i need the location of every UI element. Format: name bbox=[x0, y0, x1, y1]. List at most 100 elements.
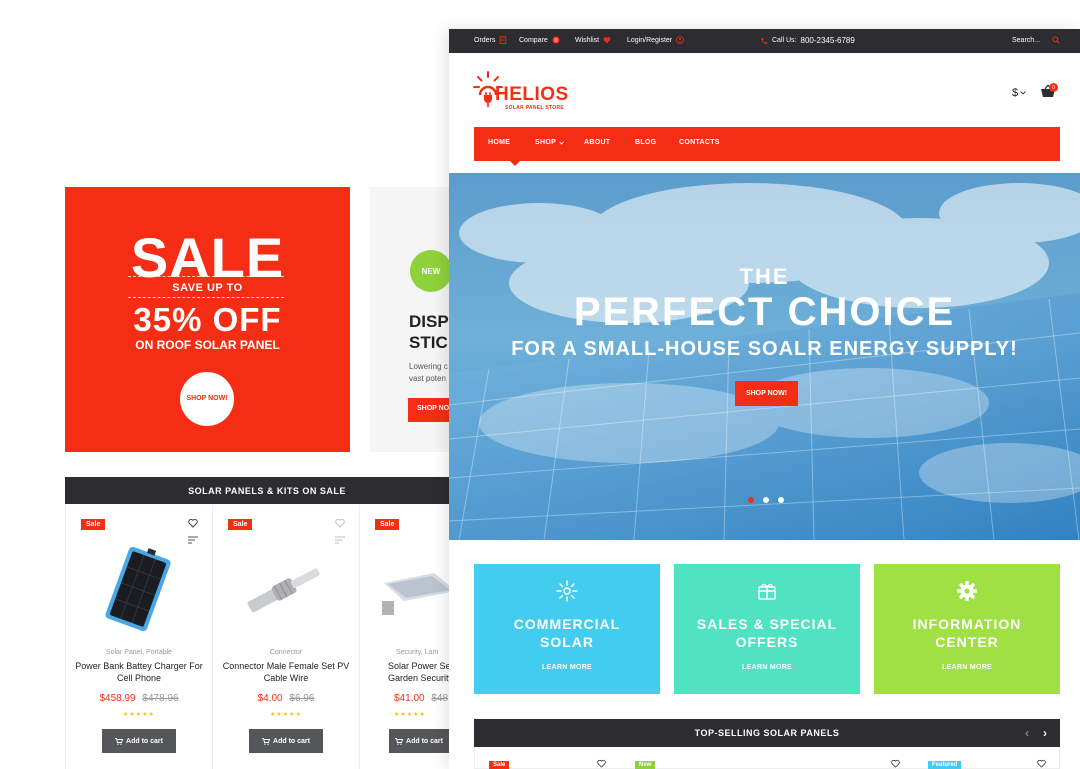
add-to-cart-button[interactable]: Add to cart bbox=[389, 729, 449, 753]
site-logo[interactable]: HELIOS SOLAR PANEL STORE bbox=[473, 70, 583, 111]
login-register-link[interactable]: Login/Register bbox=[627, 36, 685, 44]
phone-number: 800-2345-6789 bbox=[800, 36, 855, 45]
sale-badge: Sale bbox=[228, 519, 253, 530]
promo-text: Lowering c vast poten bbox=[409, 362, 448, 383]
compare-icon[interactable] bbox=[188, 536, 198, 544]
slider-dot[interactable] bbox=[778, 497, 784, 503]
new-badge: New bbox=[635, 761, 656, 769]
phone-icon bbox=[761, 37, 768, 44]
feature-information-center[interactable]: INFORMATION CENTER LEARN MORE bbox=[874, 564, 1060, 694]
product-price: $4.00 $6.96 bbox=[213, 693, 359, 704]
heart-icon bbox=[603, 37, 611, 44]
nav-shop-label: SHOP bbox=[535, 139, 557, 146]
top-selling-bar: TOP-SELLING SOLAR PANELS ‹ › bbox=[474, 719, 1060, 747]
currency-selector[interactable]: $ bbox=[1012, 87, 1026, 99]
section-title-bar: SOLAR PANELS & KITS ON SALE bbox=[65, 477, 457, 504]
feature-title: SALES & SPECIAL OFFERS bbox=[696, 616, 838, 651]
product-card[interactable]: Sale Security, Lam Solar Power Se Garden… bbox=[360, 505, 458, 769]
price-current: $458.99 bbox=[99, 693, 136, 704]
top-bar: Orders Compare Wishlist Login/Register C… bbox=[449, 29, 1080, 53]
product-grid: Sale Solar Panel, Portable Power Bank Ba… bbox=[65, 505, 457, 769]
chevron-down-icon bbox=[559, 141, 564, 145]
promo-shop-now-button[interactable]: SHOP NO bbox=[408, 398, 452, 422]
heart-icon[interactable] bbox=[891, 759, 900, 768]
learn-more-link[interactable]: LEARN MORE bbox=[474, 664, 660, 671]
connector-image[interactable] bbox=[237, 543, 333, 635]
cart-count-badge: 0 bbox=[1049, 83, 1058, 92]
top-selling-cards: Sale New Featured bbox=[474, 747, 1060, 769]
learn-more-link[interactable]: LEARN MORE bbox=[874, 664, 1060, 671]
new-badge: NEW bbox=[410, 250, 452, 292]
gift-icon bbox=[758, 583, 776, 600]
user-icon bbox=[676, 36, 685, 44]
compare-circle-icon bbox=[552, 36, 560, 44]
slider-dot[interactable] bbox=[763, 497, 769, 503]
chevron-right-icon[interactable]: › bbox=[1043, 727, 1048, 739]
search-box[interactable]: Search... bbox=[1012, 36, 1060, 44]
power-bank-image[interactable] bbox=[90, 543, 186, 635]
add-to-cart-button[interactable]: Add to cart bbox=[249, 729, 323, 753]
search-input[interactable]: Search... bbox=[1012, 37, 1048, 44]
wishlist-link[interactable]: Wishlist bbox=[575, 36, 611, 44]
nav-blog[interactable]: BLOG bbox=[635, 139, 656, 146]
nav-shop[interactable]: SHOP bbox=[535, 139, 564, 146]
promo-title: DISP STIC bbox=[409, 312, 449, 353]
add-to-cart-label: Add to cart bbox=[273, 737, 310, 745]
wishlist-label: Wishlist bbox=[575, 36, 600, 44]
nav-contacts[interactable]: CONTACTS bbox=[679, 139, 720, 146]
top-selling-title: TOP-SELLING SOLAR PANELS bbox=[694, 728, 840, 738]
rating-stars: ★★★★★ bbox=[123, 712, 155, 718]
chevron-down-icon bbox=[1020, 91, 1026, 95]
orders-link[interactable]: Orders bbox=[474, 36, 507, 44]
nav-home[interactable]: HOME bbox=[488, 139, 510, 146]
compare-label: Compare bbox=[519, 36, 548, 44]
sale-product-text: ON ROOF SOLAR PANEL bbox=[135, 338, 280, 352]
hero-subheadline: FOR A SMALL-HOUSE SOALR ENERGY SUPPLY! bbox=[511, 338, 1018, 360]
sale-banner[interactable]: SALE SAVE UP TO 35% OFF ON ROOF SOLAR PA… bbox=[65, 187, 350, 452]
price-old: $48 bbox=[431, 693, 449, 704]
compare-link[interactable]: Compare bbox=[519, 36, 560, 44]
feature-title: INFORMATION CENTER bbox=[912, 616, 1022, 651]
sale-shop-now-button[interactable]: SHOP NOW! bbox=[180, 372, 234, 426]
cart-icon bbox=[115, 737, 124, 745]
cart-icon bbox=[262, 737, 271, 745]
product-category: Solar Panel, Portable bbox=[105, 649, 173, 656]
heart-icon[interactable] bbox=[597, 759, 606, 768]
cart-icon bbox=[395, 737, 404, 745]
product-name[interactable]: Power Bank Battey Charger For Cell Phone bbox=[72, 661, 206, 684]
feature-commercial-solar[interactable]: COMMERCIAL SOLAR LEARN MORE bbox=[474, 564, 660, 694]
add-to-cart-label: Add to cart bbox=[406, 737, 443, 745]
product-card[interactable]: Sale Connector Connector Male Female Set… bbox=[213, 505, 360, 769]
heart-icon[interactable] bbox=[188, 518, 198, 528]
heart-icon[interactable] bbox=[335, 518, 345, 528]
heart-icon[interactable] bbox=[1037, 759, 1046, 768]
product-category: Connector bbox=[269, 649, 303, 656]
sale-headline: SALE bbox=[130, 226, 285, 289]
sale-badge: Sale bbox=[489, 761, 510, 769]
add-to-cart-button[interactable]: Add to cart bbox=[102, 729, 176, 753]
hero-shop-now-button[interactable]: SHOP NOW! bbox=[735, 381, 798, 406]
feature-title: COMMERCIAL SOLAR bbox=[513, 616, 621, 651]
feature-sales-offers[interactable]: SALES & SPECIAL OFFERS LEARN MORE bbox=[674, 564, 860, 694]
add-to-cart-label: Add to cart bbox=[126, 737, 163, 745]
sale-percent: 35% OFF bbox=[133, 301, 282, 338]
sale-badge: Sale bbox=[81, 519, 106, 530]
call-us-label: Call Us: bbox=[772, 37, 797, 44]
main-nav: HOME SHOP ABOUT BLOG CONTACTS bbox=[474, 127, 1060, 166]
logo-name: HELIOS bbox=[495, 84, 569, 105]
nav-about[interactable]: ABOUT bbox=[584, 139, 610, 146]
product-name[interactable]: Connector Male Female Set PV Cable Wire bbox=[219, 661, 353, 684]
hero-headline: PERFECT CHOICE bbox=[573, 290, 956, 334]
section-title: SOLAR PANELS & KITS ON SALE bbox=[188, 485, 346, 496]
phone-info: Call Us: 800-2345-6789 bbox=[760, 36, 855, 45]
hero-slider[interactable]: THE PERFECT CHOICE FOR A SMALL-HOUSE SOA… bbox=[449, 173, 1080, 540]
chevron-left-icon[interactable]: ‹ bbox=[1025, 727, 1030, 739]
hero-line-1: THE bbox=[739, 264, 790, 289]
search-icon[interactable] bbox=[1052, 36, 1060, 44]
product-price: $458.99 $478.96 bbox=[66, 693, 212, 704]
slider-dot[interactable] bbox=[748, 497, 754, 503]
learn-more-link[interactable]: LEARN MORE bbox=[674, 664, 860, 671]
product-card[interactable]: Sale Solar Panel, Portable Power Bank Ba… bbox=[66, 505, 213, 769]
gear-icon bbox=[957, 581, 977, 601]
compare-icon[interactable] bbox=[335, 536, 345, 544]
